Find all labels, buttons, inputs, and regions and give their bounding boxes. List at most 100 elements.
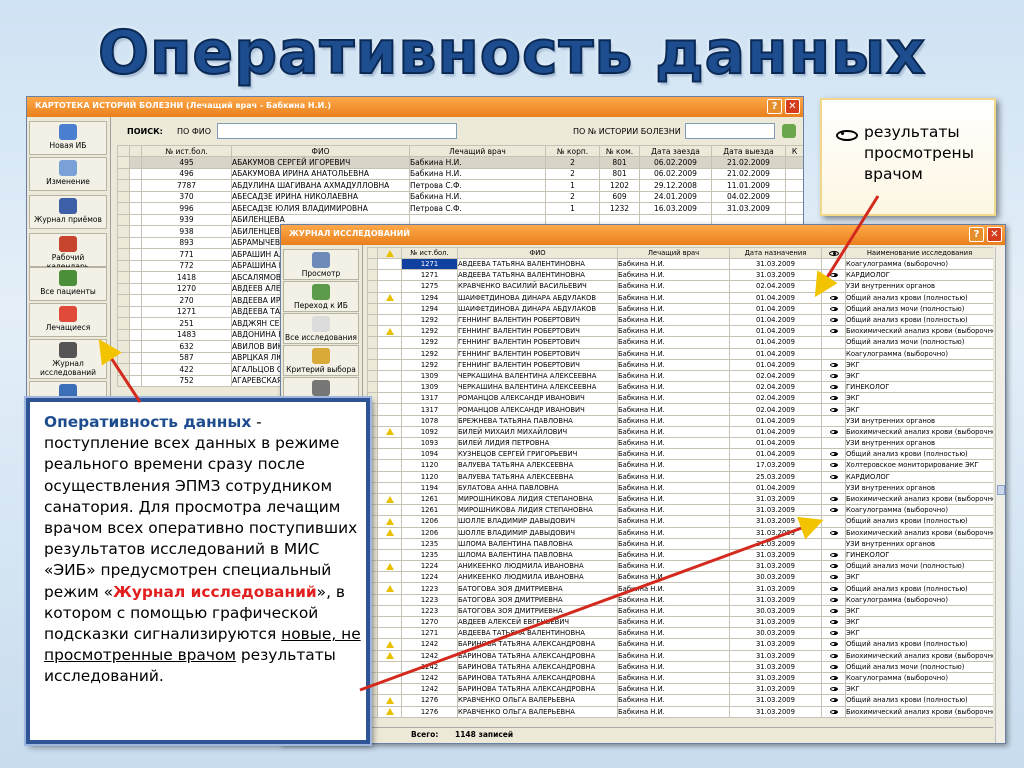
table-row[interactable]: 1224 АНИКЕЕНКО ЛЮДМИЛА ИВАНОВНА Бабкина Н.… — [367, 560, 993, 573]
table-row[interactable]: 1270 АВДЕЕВ АЛЕКСЕЙ ЕВГЕНЬЕВИЧ Бабкина Н.И… — [367, 615, 993, 629]
column-header[interactable]: Наименование исследования — [845, 247, 993, 259]
column-header[interactable] — [129, 145, 142, 157]
table-row[interactable]: 1093 БИЛЕЙ ЛИДИЯ ПЕТРОВНА Бабкина Н.И. 01.0… — [367, 436, 993, 450]
table-row[interactable]: 1317 РОМАНЦОВ АЛЕКСАНДР ИВАНОВИЧ Бабкина Н… — [367, 403, 993, 416]
table-cell-empty — [129, 179, 142, 192]
table-row[interactable]: 1235 ШЛОМА ВАЛЕНТИНА ПАВЛОВНА Бабкина Н.И.… — [367, 548, 993, 562]
table-row[interactable]: 1294 ШАИФЕТДИНОВА ДИНАРА АБДУЛАКОВ Бабкина… — [367, 302, 993, 315]
table-row[interactable]: 1094 КУЗНЕЦОВ СЕРГЕЙ ГРИГОРЬЕВИЧ Бабкина Н… — [367, 448, 993, 461]
table-row[interactable]: 7787 АБДУЛИНА ШАГИВАНА АХМАДУЛЛОВНА Петров… — [117, 179, 803, 192]
table-row[interactable]: 1078 БРЕЖНЕВА ТАТЬЯНА ПАВЛОВНА Бабкина Н.И… — [367, 414, 993, 427]
eye-icon — [829, 407, 838, 412]
column-header[interactable]: № ист.бол. — [401, 247, 458, 259]
all-patients-button[interactable]: Все пациенты — [29, 267, 107, 301]
table-row[interactable]: 1261 МИРОШНИКОВА ЛИДИЯ СТЕПАНОВНА Бабкина … — [367, 492, 993, 506]
table-row[interactable]: 1271 АВДЕЕВА ТАТЬЯНА ВАЛЕНТИНОВНА Бабкина … — [367, 627, 993, 640]
table-row[interactable]: 1092 БИЛЕЙ МИХАИЛ МИХАЙЛОВИЧ Бабкина Н.И. 0… — [367, 425, 993, 439]
viewed-column-header[interactable] — [821, 247, 846, 259]
table-row[interactable]: 1206 ШОЛЛЕ ВЛАДИМИР ДАВЫДОВИЧ Бабкина Н.И.… — [367, 515, 993, 528]
table-row[interactable]: 1242 БАРИНОВА ТАТЬЯНА АЛЕКСАНДРОВНА Бабкин… — [367, 683, 993, 696]
column-header[interactable]: Дата заезда — [639, 145, 712, 157]
column-header[interactable]: Лечащий врач — [409, 145, 546, 157]
table-cell: Бабкина Н.И. — [617, 425, 730, 439]
column-header[interactable]: Дата назначения — [729, 247, 822, 259]
table-row[interactable]: 1242 БАРИНОВА ТАТЬЯНА АЛЕКСАНДРОВНА Бабкин… — [367, 638, 993, 651]
table-row[interactable]: 1223 БАТОГОВА ЗОЯ ДМИТРИЕВНА Бабкина Н.И. 3… — [367, 593, 993, 606]
table-row[interactable]: 1194 БУЛАТОВА АННА ПАВЛОВНА Бабкина Н.И. 01… — [367, 481, 993, 494]
table-row[interactable]: 1242 БАРИНОВА ТАТЬЯНА АЛЕКСАНДРОВНА Бабкин… — [367, 660, 993, 673]
help-button[interactable]: ? — [969, 227, 984, 242]
table-cell: 1242 — [401, 660, 458, 673]
table-row[interactable]: 1309 ЧЕРКАШИНА ВАЛЕНТИНА АЛЕКСЕЕВНА Бабкин… — [367, 369, 993, 383]
table-row[interactable]: 1206 ШОЛЛЕ ВЛАДИМИР ДАВЫДОВИЧ Бабкина Н.И.… — [367, 526, 993, 539]
table-cell: 1202 — [599, 179, 640, 192]
table-row[interactable]: 1292 ГЕННИНГ ВАЛЕНТИН РОБЕРТОВИЧ Бабкина Н… — [367, 313, 993, 327]
column-header[interactable]: Лечащий врач — [617, 247, 730, 259]
sidebar-label: Лечащиеся — [45, 323, 91, 332]
table-row[interactable]: 1275 КРАВЧЕНКО ВАСИЛИЙ ВАСИЛЬЕВИЧ Бабкина … — [367, 280, 993, 293]
table-row[interactable]: 1292 ГЕННИНГ ВАЛЕНТИН РОБЕРТОВИЧ Бабкина Н… — [367, 336, 993, 349]
table-row[interactable]: 996 АБЕСАДЗЕ ЮЛИЯ ВЛАДИМИРОВНА Петрова С.Ф… — [117, 202, 803, 215]
table-cell: Общий анализ мочи (полностью) — [845, 660, 993, 673]
go-to-case-button[interactable]: Переход к ИБ — [283, 281, 359, 312]
table-cell: ЭКГ — [845, 615, 993, 629]
sidebar-label: Новая ИБ — [49, 141, 87, 150]
table-row[interactable]: 1271 АВДЕЕВА ТАТЬЯНА ВАЛЕНТИНОВНА Бабкина … — [367, 257, 993, 271]
table-row[interactable]: 1292 ГЕННИНГ ВАЛЕНТИН РОБЕРТОВИЧ Бабкина Н… — [367, 358, 993, 371]
table-row[interactable]: 1292 ГЕННИНГ ВАЛЕНТИН РОБЕРТОВИЧ Бабкина Н… — [367, 347, 993, 360]
table-row[interactable]: 1294 ШАИФЕТДИНОВА ДИНАРА АБДУЛАКОВ Бабкина… — [367, 291, 993, 304]
column-header[interactable]: ФИО — [457, 247, 618, 259]
column-header[interactable]: К — [785, 145, 803, 157]
table-cell: 30.03.2009 — [729, 571, 822, 584]
table-cell-empty — [117, 294, 130, 307]
table-row[interactable]: 1317 РОМАНЦОВ АЛЕКСАНДР ИВАНОВИЧ Бабкина Н… — [367, 392, 993, 405]
table-row[interactable]: 1261 МИРОШНИКОВА ЛИДИЯ СТЕПАНОВНА Бабкина … — [367, 504, 993, 517]
table-row[interactable]: 1223 БАТОГОВА ЗОЯ ДМИТРИЕВНА Бабкина Н.И. 3… — [367, 582, 993, 595]
view-button[interactable]: Просмотр — [283, 249, 359, 280]
new-result-column-header[interactable] — [377, 247, 402, 259]
table-row[interactable]: 370 АБЕСАДЗЕ ИРИНА НИКОЛАЕВНА Бабкина Н.И.… — [117, 190, 803, 203]
refresh-icon[interactable] — [782, 124, 796, 138]
table-row[interactable]: 495 АБАКУМОВ СЕРГЕЙ ИГОРЕВИЧ Бабкина Н.И. 2… — [117, 156, 803, 169]
help-button[interactable]: ? — [767, 99, 782, 114]
column-header[interactable]: Дата выезда — [711, 145, 786, 157]
table-cell: Биохимический анализ крови (выборочно) — [845, 325, 993, 338]
vertical-scrollbar[interactable] — [995, 247, 1005, 743]
treated-button[interactable]: Лечащиеся — [29, 303, 107, 337]
table-row[interactable]: 1292 ГЕННИНГ ВАЛЕНТИН РОБЕРТОВИЧ Бабкина Н… — [367, 325, 993, 338]
column-header[interactable]: № ист.бол. — [141, 145, 232, 157]
table-row[interactable]: 1276 КРАВЧЕНКО ОЛЬГА ВАЛЕРЬЕВНА Бабкина Н.… — [367, 694, 993, 707]
table-row[interactable]: 1120 ВАЛУЕВА ТАТЬЯНА АЛЕКСЕЕВНА Бабкина Н.… — [367, 470, 993, 483]
table-row[interactable]: 1235 ШЛОМА ВАЛЕНТИНА ПАВЛОВНА Бабкина Н.И.… — [367, 537, 993, 550]
search-fio-input[interactable] — [217, 123, 457, 139]
table-row[interactable]: 1271 АВДЕЕВА ТАТЬЯНА ВАЛЕНТИНОВНА Бабкина … — [367, 269, 993, 282]
column-header[interactable]: ФИО — [231, 145, 410, 157]
all-research-button[interactable]: Все исследования — [283, 313, 359, 344]
table-row[interactable]: 496 АБАКУМОВА ИРИНА АНАТОЛЬЕВНА Бабкина Н.… — [117, 167, 803, 180]
table-row[interactable]: 1223 БАТОГОВА ЗОЯ ДМИТРИЕВНА Бабкина Н.И. 3… — [367, 604, 993, 618]
table-row[interactable]: 1276 КРАВЧЕНКО ОЛЬГА ВАЛЕРЬЕВНА Бабкина Н.… — [367, 705, 993, 718]
table-row[interactable]: 1242 БАРИНОВА ТАТЬЯНА АЛЕКСАНДРОВНА Бабкин… — [367, 649, 993, 662]
row-selector-header[interactable] — [367, 247, 378, 259]
table-cell: АБЕСАДЗЕ ИРИНА НИКОЛАЕВНА — [231, 190, 410, 203]
column-header[interactable] — [117, 145, 130, 157]
table-row[interactable]: 1224 АНИКЕЕНКО ЛЮДМИЛА ИВАНОВНА Бабкина Н.… — [367, 571, 993, 584]
research-journal-button[interactable]: Журнал исследований — [29, 339, 107, 379]
appointments-journal-button[interactable]: Журнал приёмов — [29, 195, 107, 229]
search-number-input[interactable] — [685, 123, 775, 139]
close-button[interactable]: ✕ — [987, 227, 1002, 242]
column-header[interactable]: № корп. — [545, 145, 600, 157]
table-cell: БРЕЖНЕВА ТАТЬЯНА ПАВЛОВНА — [457, 414, 618, 427]
table-cell: 01.04.2009 — [729, 325, 822, 338]
table-row[interactable]: 1120 ВАЛУЕВА ТАТЬЯНА АЛЕКСЕЕВНА Бабкина Н.… — [367, 459, 993, 472]
work-calendar-button[interactable]: Рабочий календарь — [29, 233, 107, 271]
new-case-button[interactable]: Новая ИБ — [29, 121, 107, 155]
table-row[interactable]: 1242 БАРИНОВА ТАТЬЯНА АЛЕКСАНДРОВНА Бабкин… — [367, 671, 993, 685]
table-cell: 02.04.2009 — [729, 403, 822, 416]
table-row[interactable]: 1309 ЧЕРКАШИНА ВАЛЕНТИНА АЛЕКСЕЕВНА Бабкин… — [367, 381, 993, 394]
close-button[interactable]: ✕ — [785, 99, 800, 114]
column-header[interactable]: № ком. — [599, 145, 640, 157]
scrollbar-thumb[interactable] — [997, 485, 1005, 495]
edit-button[interactable]: Изменение — [29, 157, 107, 191]
selection-criteria-button[interactable]: Критерий выбора — [283, 345, 359, 376]
